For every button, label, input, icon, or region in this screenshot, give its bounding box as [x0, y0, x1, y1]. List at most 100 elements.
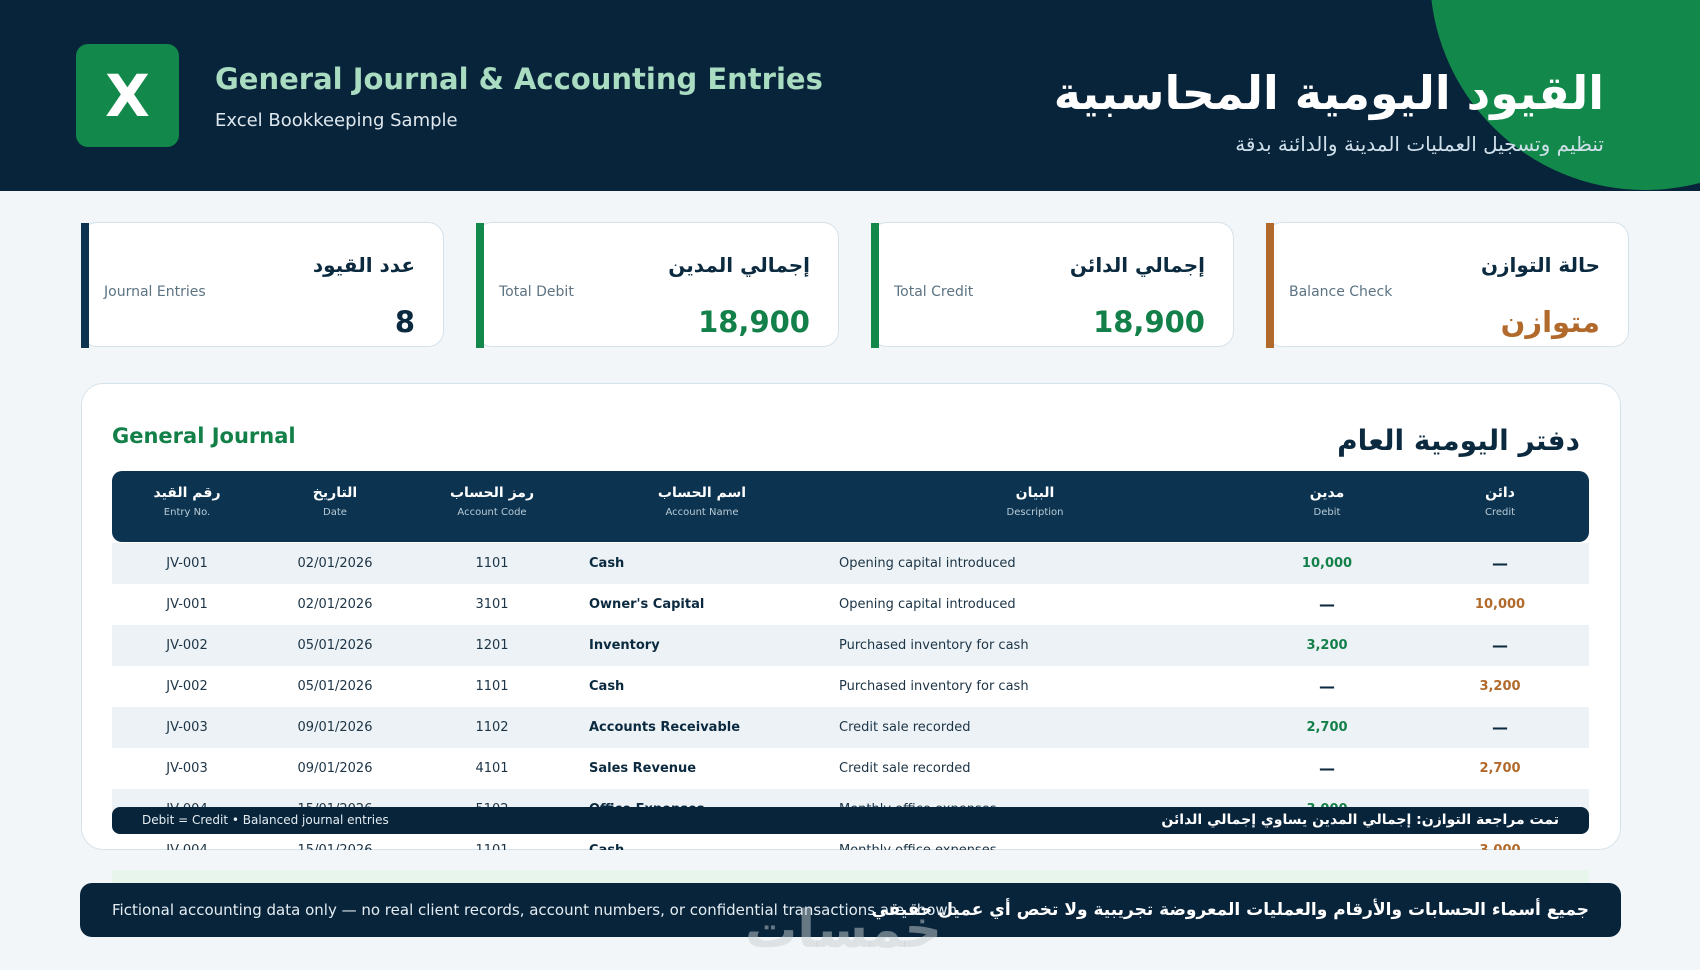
column-header-arabic: دائن: [1485, 485, 1515, 501]
cell-description: Credit sale recorded: [839, 761, 971, 776]
kpi-label-english: Total Credit: [894, 284, 974, 300]
table-row[interactable]: JV-001 02/01/2026 1101 Cash Opening capital …: [112, 543, 1589, 584]
kpi-label-english: Balance Check: [1289, 284, 1393, 300]
cell-description: Credit sale recorded: [839, 720, 971, 735]
kpi-label-arabic: عدد القيود: [312, 253, 415, 277]
column-header-debit[interactable]: مدين Debit: [1310, 471, 1345, 542]
journal-title-arabic: دفتر اليومية العام: [1337, 424, 1580, 457]
cell-debit: —: [1319, 595, 1335, 614]
column-header-description[interactable]: البيان Description: [1007, 471, 1064, 542]
column-header-arabic: مدين: [1309, 485, 1345, 501]
journal-table-header: رقم القيد Entry No. التاريخ Date رمز الح…: [112, 471, 1589, 542]
kpi-value: متوازن: [1500, 305, 1600, 339]
table-row[interactable]: JV-002 05/01/2026 1101 Cash Purchased invent…: [112, 666, 1589, 707]
header-banner: X General Journal & Accounting Entries E…: [0, 0, 1700, 191]
column-header-english: Date: [323, 507, 347, 518]
kpi-label-arabic: إجمالي الدائن: [1069, 253, 1205, 277]
kpi-value: 8: [394, 305, 415, 339]
column-header-arabic: التاريخ: [312, 485, 358, 501]
cell-date: 02/01/2026: [297, 556, 373, 571]
cell-account-name: Accounts Receivable: [589, 720, 741, 735]
disclaimer-arabic: جميع أسماء الحسابات والأرقام والعمليات ا…: [871, 900, 1589, 920]
cell-account-name: Cash: [589, 556, 625, 571]
title-arabic: القيود اليومية المحاسبية: [1053, 66, 1604, 120]
cell-entry-no: JV-002: [166, 679, 208, 694]
table-row[interactable]: JV-001 02/01/2026 3101 Owner's Capital Openi…: [112, 584, 1589, 625]
column-header-english: Debit: [1313, 507, 1341, 518]
cell-date: 05/01/2026: [297, 679, 373, 694]
column-header-entry[interactable]: رقم القيد Entry No.: [153, 471, 220, 542]
kpi-accent-bar: [1266, 223, 1274, 348]
cell-credit: —: [1492, 636, 1508, 655]
cell-date: 09/01/2026: [297, 761, 373, 776]
cell-description: Purchased inventory for cash: [839, 638, 1029, 653]
cell-credit: 10,000: [1474, 597, 1526, 612]
column-header-account-code[interactable]: رمز الحساب Account Code: [450, 471, 534, 542]
kpi-accent-bar: [476, 223, 484, 348]
journal-table-body: JV-001 02/01/2026 1101 Cash Opening capital …: [112, 543, 1589, 850]
cell-date: 02/01/2026: [297, 597, 373, 612]
kpi-accent-bar: [81, 223, 89, 348]
balance-summary-arabic: تمت مراجعة التوازن: إجمالي المدين يساوي …: [1161, 812, 1559, 828]
cell-entry-no: JV-001: [166, 597, 208, 612]
subtitle-arabic: تنظيم وتسجيل العمليات المدينة والدائنة ب…: [1235, 132, 1604, 156]
excel-logo-icon: X: [76, 44, 179, 147]
kpi-label-arabic: حالة التوازن: [1480, 253, 1600, 277]
title-english: General Journal & Accounting Entries: [215, 62, 823, 96]
column-header-english: Entry No.: [163, 507, 211, 518]
cell-account-code: 1101: [475, 679, 509, 694]
cell-date: 09/01/2026: [297, 720, 373, 735]
kpi-label-arabic: إجمالي المدين: [668, 253, 810, 277]
cell-debit: —: [1319, 759, 1335, 778]
column-header-english: Credit: [1484, 507, 1516, 518]
cell-entry-no: JV-003: [166, 720, 208, 735]
column-header-date[interactable]: التاريخ Date: [313, 471, 357, 542]
kpi-card-entries: عدد القيود Journal Entries 8: [81, 222, 444, 348]
cell-description: Opening capital introduced: [839, 597, 1016, 612]
kpi-card-total-credit: إجمالي الدائن Total Credit 18,900: [871, 222, 1234, 348]
column-header-english: Account Code: [457, 507, 527, 518]
cell-credit: —: [1492, 718, 1508, 737]
cell-credit: 2,700: [1479, 761, 1521, 776]
table-row[interactable]: JV-003 09/01/2026 4101 Sales Revenue Credit …: [112, 748, 1589, 789]
balance-summary-english: Debit = Credit • Balanced journal entrie…: [142, 813, 389, 827]
cell-credit: 3,200: [1479, 679, 1521, 694]
column-header-account-name[interactable]: اسم الحساب Account Name: [658, 471, 746, 542]
footer-strip: [112, 870, 1589, 884]
column-header-english: Account Name: [665, 507, 739, 518]
cell-debit: —: [1319, 677, 1335, 696]
column-header-arabic: رمز الحساب: [449, 485, 535, 501]
journal-title-english: General Journal: [112, 424, 296, 448]
cell-entry-no: JV-001: [166, 556, 208, 571]
table-row[interactable]: JV-003 09/01/2026 1102 Accounts Receivable C…: [112, 707, 1589, 748]
cell-account-code: 1101: [475, 556, 509, 571]
cell-account-code: 3101: [475, 597, 509, 612]
watermark-logo: خمسات: [745, 900, 943, 960]
column-header-english: Description: [1006, 507, 1064, 518]
kpi-label-english: Total Debit: [499, 284, 574, 300]
column-header-arabic: البيان: [1015, 485, 1055, 501]
cell-account-name: Owner's Capital: [589, 597, 705, 612]
subtitle-english: Excel Bookkeeping Sample: [215, 110, 458, 131]
cell-date: 05/01/2026: [297, 638, 373, 653]
cell-account-code: 4101: [475, 761, 509, 776]
balance-summary-bar: Debit = Credit • Balanced journal entrie…: [112, 807, 1589, 834]
cell-debit: 3,200: [1306, 638, 1348, 653]
kpi-label-english: Journal Entries: [104, 284, 206, 300]
cell-account-code: 1102: [475, 720, 509, 735]
column-header-arabic: رقم القيد: [153, 485, 221, 501]
cell-debit: 2,700: [1306, 720, 1348, 735]
kpi-card-balance-check: حالة التوازن Balance Check متوازن: [1266, 222, 1629, 348]
column-header-credit[interactable]: دائن Credit: [1485, 471, 1515, 542]
kpi-accent-bar: [871, 223, 879, 348]
table-row[interactable]: JV-002 05/01/2026 1201 Inventory Purchased i…: [112, 625, 1589, 666]
kpi-card-total-debit: إجمالي المدين Total Debit 18,900: [476, 222, 839, 348]
cell-account-name: Cash: [589, 679, 625, 694]
cell-debit: 10,000: [1301, 556, 1353, 571]
kpi-value: 18,900: [698, 305, 810, 339]
cell-description: Purchased inventory for cash: [839, 679, 1029, 694]
cell-account-name: Inventory: [589, 638, 660, 653]
cell-entry-no: JV-003: [166, 761, 208, 776]
cell-description: Opening capital introduced: [839, 556, 1016, 571]
cell-account-code: 1201: [475, 638, 509, 653]
